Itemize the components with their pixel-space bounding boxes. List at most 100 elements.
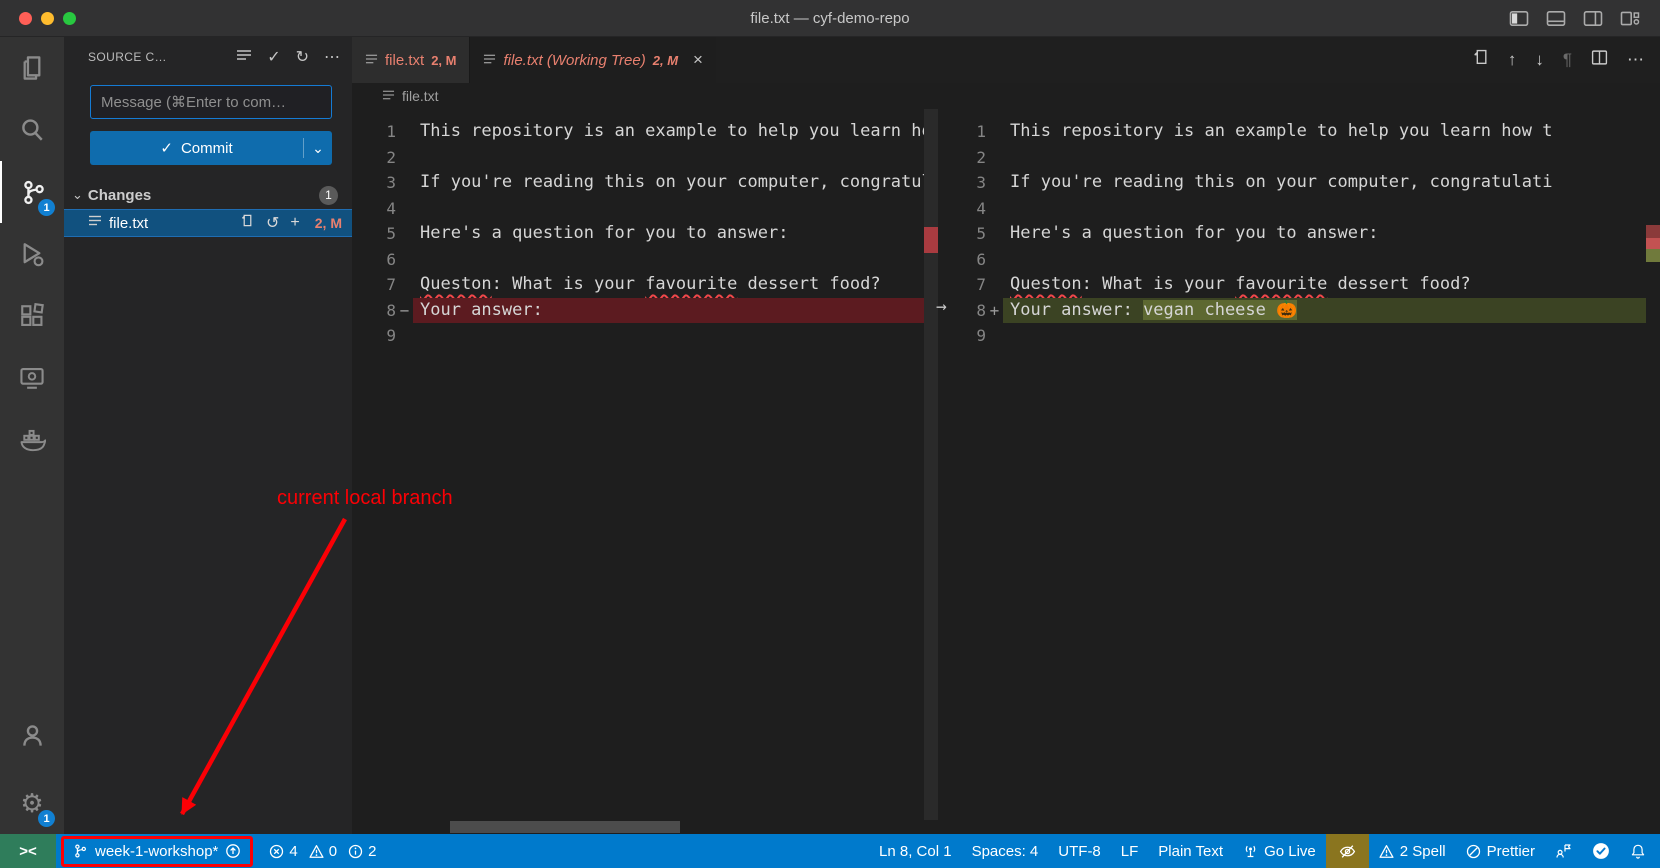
explorer-icon[interactable] [0,37,64,99]
code-line[interactable]: 5Here's a question for you to answer: [954,221,1646,247]
revert-change-arrow-icon[interactable]: → [936,296,947,317]
next-change-icon[interactable]: ↓ [1535,50,1544,70]
code-text[interactable]: Queston: What is your favourite dessert … [1003,272,1646,298]
overview-ruler[interactable] [1646,109,1660,834]
tab-file-txt-working-tree[interactable]: file.txt (Working Tree) 2, M × [470,37,715,83]
problems-indicator[interactable]: 4 0 2 [259,834,392,868]
publish-changes-icon[interactable] [225,843,241,859]
code-text[interactable] [413,196,938,222]
settings-gear-icon[interactable]: ⚙ 1 [0,772,64,834]
status-bar: >< week-1-workshop* 4 0 2 Ln 8, Col 1 Sp… [0,834,1660,868]
code-text[interactable]: Here's a question for you to answer: [1003,221,1646,247]
prettier-status[interactable]: Prettier [1456,834,1545,868]
horizontal-scrollbar[interactable] [450,821,680,833]
commit-message-input[interactable] [90,85,332,119]
stage-changes-icon[interactable]: + [290,214,299,232]
code-text[interactable] [1003,145,1646,171]
split-editor-icon[interactable] [1591,49,1608,71]
encoding-indicator[interactable]: UTF-8 [1048,834,1111,868]
code-line[interactable]: 2 [352,145,938,171]
indentation-indicator[interactable]: Spaces: 4 [962,834,1049,868]
code-text[interactable]: Here's a question for you to answer: [413,221,938,247]
remote-indicator[interactable]: >< [0,834,56,868]
view-changes-icon[interactable] [236,48,252,67]
changed-file-row[interactable]: file.txt ↺ + 2, M [64,209,352,237]
code-line[interactable]: 7Queston: What is your favourite dessert… [954,272,1646,298]
code-line[interactable]: 4 [352,196,938,222]
docker-icon[interactable] [0,409,64,471]
eol-indicator[interactable]: LF [1111,834,1149,868]
code-text[interactable] [413,145,938,171]
code-text[interactable]: This repository is an example to help yo… [413,119,938,145]
accounts-icon[interactable] [0,704,64,766]
code-text[interactable]: This repository is an example to help yo… [1003,119,1646,145]
more-actions-icon[interactable]: ⋯ [1627,50,1644,70]
code-line[interactable]: 9 [954,323,1646,349]
code-line[interactable]: 1This repository is an example to help y… [352,119,938,145]
code-text[interactable]: Your answer: vegan cheese 🎃 [1003,298,1646,324]
code-line[interactable]: 9 [352,323,938,349]
notifications-bell-icon[interactable] [1620,834,1660,868]
check-circle-icon[interactable] [1582,834,1620,868]
changes-section-header[interactable]: ⌄ Changes 1 [64,181,352,209]
line-number: 8 [954,298,986,324]
spell-warnings[interactable]: 2 Spell [1369,834,1456,868]
code-text[interactable] [1003,323,1646,349]
code-line[interactable]: 8+Your answer: vegan cheese 🎃 [954,298,1646,324]
code-line[interactable]: 3If you're reading this on your computer… [352,170,938,196]
code-line[interactable]: 4 [954,196,1646,222]
source-control-icon[interactable]: 1 [0,161,64,223]
language-mode[interactable]: Plain Text [1148,834,1233,868]
code-line[interactable]: 3If you're reading this on your computer… [954,170,1646,196]
commit-button[interactable]: ✓ Commit ⌄ [90,131,332,165]
refresh-icon[interactable]: ↻ [296,47,309,67]
run-debug-icon[interactable] [0,223,64,285]
discard-changes-icon[interactable]: ↺ [266,213,279,233]
diff-sash[interactable]: → [938,109,954,834]
toggle-panel-icon[interactable] [1546,10,1566,27]
commit-dropdown-chevron-icon[interactable]: ⌄ [304,140,332,157]
close-tab-icon[interactable]: × [693,50,703,70]
go-live-button[interactable]: Go Live [1233,834,1326,868]
customize-layout-icon[interactable] [1620,10,1640,27]
code-line[interactable]: 1This repository is an example to help y… [954,119,1646,145]
code-text[interactable]: Your answer: [413,298,938,324]
code-text[interactable]: Queston: What is your favourite dessert … [413,272,938,298]
live-preview-icon[interactable] [0,347,64,409]
code-text[interactable] [1003,196,1646,222]
extensions-icon[interactable] [0,285,64,347]
code-text[interactable] [1003,247,1646,273]
search-icon[interactable] [0,99,64,161]
open-file-icon[interactable] [240,213,255,233]
zoom-window-button[interactable] [63,12,76,25]
minimize-window-button[interactable] [41,12,54,25]
code-line[interactable]: 8−Your answer: [352,298,938,324]
code-text[interactable] [413,323,938,349]
diff-modified-pane[interactable]: 1This repository is an example to help y… [954,109,1646,834]
diff-original-pane[interactable]: 1This repository is an example to help y… [352,109,938,834]
spell-checker-toggle[interactable] [1326,834,1369,868]
code-line[interactable]: 6 [352,247,938,273]
branch-indicator[interactable]: week-1-workshop* [61,836,253,867]
vertical-scrollbar[interactable] [924,109,938,820]
tab-file-txt[interactable]: file.txt 2, M [352,37,470,83]
code-line[interactable]: 6 [954,247,1646,273]
code-line[interactable]: 7Queston: What is your favourite dessert… [352,272,938,298]
open-changes-icon[interactable] [1472,49,1489,71]
code-line[interactable]: 2 [954,145,1646,171]
close-window-button[interactable] [19,12,32,25]
breadcrumb[interactable]: file.txt [352,83,1660,109]
previous-change-icon[interactable]: ↑ [1508,50,1517,70]
more-actions-icon[interactable]: ⋯ [324,47,340,67]
toggle-secondary-sidebar-icon[interactable] [1583,10,1603,27]
code-line[interactable]: 5Here's a question for you to answer: [352,221,938,247]
cursor-position[interactable]: Ln 8, Col 1 [869,834,962,868]
code-text[interactable]: If you're reading this on your computer,… [1003,170,1646,196]
feedback-icon[interactable] [1545,834,1582,868]
code-text[interactable] [413,247,938,273]
code-text[interactable]: If you're reading this on your computer,… [413,170,938,196]
breadcrumb-item[interactable]: file.txt [402,88,439,104]
toggle-sidebar-icon[interactable] [1509,10,1529,27]
show-whitespace-icon[interactable]: ¶ [1563,50,1572,70]
commit-check-icon[interactable]: ✓ [267,47,280,67]
